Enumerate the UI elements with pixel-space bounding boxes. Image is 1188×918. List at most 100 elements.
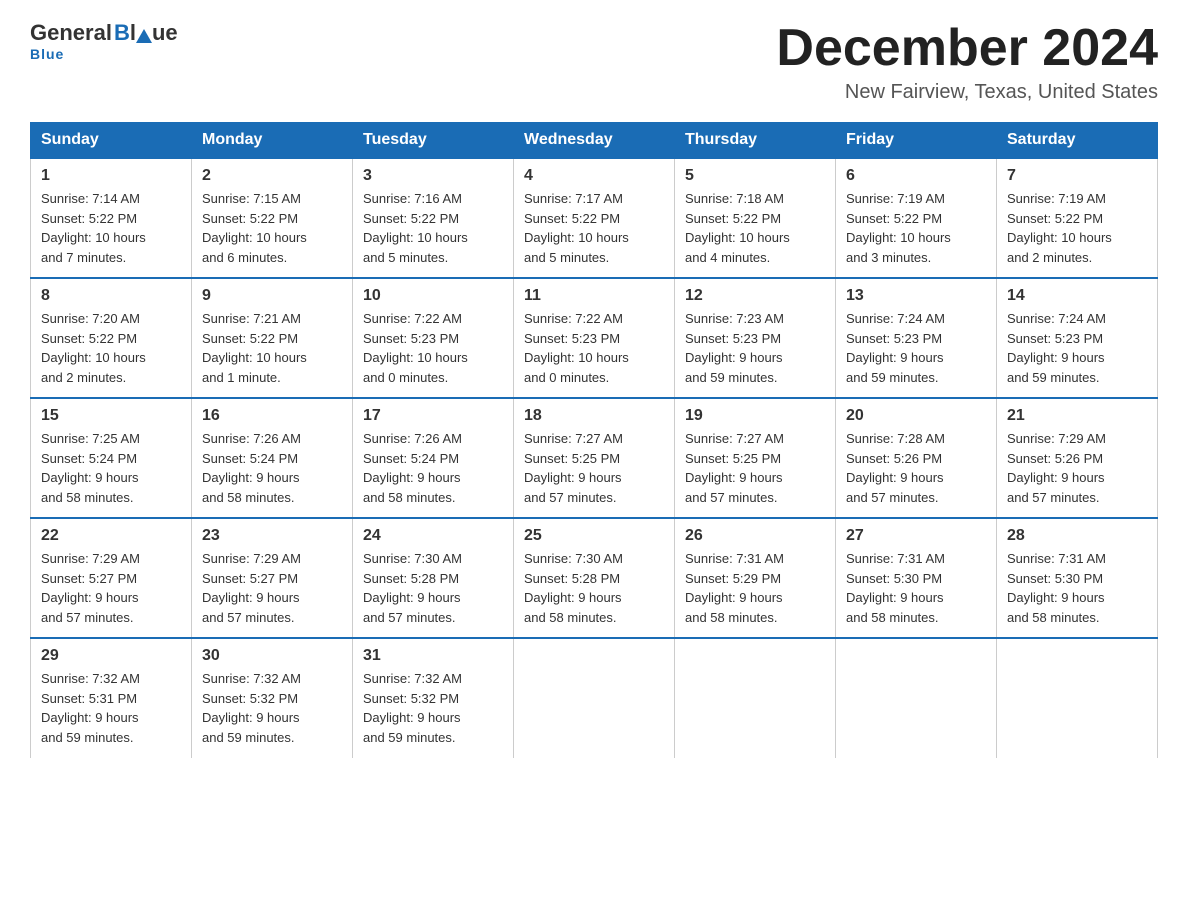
calendar-cell: 24 Sunrise: 7:30 AM Sunset: 5:28 PM Dayli… [353,518,514,638]
day-number: 30 [202,647,342,665]
day-number: 15 [41,407,181,425]
calendar-cell: 5Sunrise: 7:18 AM Sunset: 5:22 PM Daylig… [675,158,836,278]
calendar-cell: 31 Sunrise: 7:32 AM Sunset: 5:32 PM Dayli… [353,638,514,758]
day-number: 17 [363,407,503,425]
day-number: 8 [41,287,181,305]
calendar-cell: 8 Sunrise: 7:20 AM Sunset: 5:22 PM Daylig… [31,278,192,398]
cell-info: Sunrise: 7:22 AM Sunset: 5:23 PM Dayligh… [524,309,664,387]
cell-info: Sunrise: 7:20 AM Sunset: 5:22 PM Dayligh… [41,309,181,387]
calendar-cell: 3 Sunrise: 7:16 AM Sunset: 5:22 PM Daylig… [353,158,514,278]
logo-general-text: General [30,20,112,46]
calendar-cell: 23 Sunrise: 7:29 AM Sunset: 5:27 PM Dayli… [192,518,353,638]
cell-info: Sunrise: 7:18 AM Sunset: 5:22 PM Dayligh… [685,189,825,267]
day-number: 18 [524,407,664,425]
title-block: December 2024 New Fairview, Texas, Unite… [776,20,1158,104]
logo-blue-text: B [114,20,130,46]
calendar-cell: 20 Sunrise: 7:28 AM Sunset: 5:26 PM Dayli… [836,398,997,518]
page-header: General B l ue Blue December 2024 New Fa… [30,20,1158,104]
calendar-cell: 11 Sunrise: 7:22 AM Sunset: 5:23 PM Dayli… [514,278,675,398]
day-number: 14 [1007,287,1147,305]
calendar-cell: 18 Sunrise: 7:27 AM Sunset: 5:25 PM Dayli… [514,398,675,518]
day-number: 12 [685,287,825,305]
calendar-cell [675,638,836,758]
calendar-cell: 12Sunrise: 7:23 AM Sunset: 5:23 PM Dayli… [675,278,836,398]
day-number: 20 [846,407,986,425]
cell-info: Sunrise: 7:14 AM Sunset: 5:22 PM Dayligh… [41,189,181,267]
day-number: 3 [363,167,503,185]
cell-info: Sunrise: 7:25 AM Sunset: 5:24 PM Dayligh… [41,429,181,507]
day-header-wednesday: Wednesday [514,123,675,159]
location: New Fairview, Texas, United States [776,81,1158,104]
calendar-cell: 28Sunrise: 7:31 AM Sunset: 5:30 PM Dayli… [997,518,1158,638]
day-number: 4 [524,167,664,185]
day-number: 10 [363,287,503,305]
cell-info: Sunrise: 7:32 AM Sunset: 5:31 PM Dayligh… [41,669,181,747]
week-row-4: 22 Sunrise: 7:29 AM Sunset: 5:27 PM Dayli… [31,518,1158,638]
calendar-header-row: SundayMondayTuesdayWednesdayThursdayFrid… [31,123,1158,159]
cell-info: Sunrise: 7:31 AM Sunset: 5:29 PM Dayligh… [685,549,825,627]
calendar-cell: 13 Sunrise: 7:24 AM Sunset: 5:23 PM Dayli… [836,278,997,398]
calendar-cell [836,638,997,758]
calendar-cell: 27 Sunrise: 7:31 AM Sunset: 5:30 PM Dayli… [836,518,997,638]
cell-info: Sunrise: 7:30 AM Sunset: 5:28 PM Dayligh… [524,549,664,627]
calendar-cell: 9Sunrise: 7:21 AM Sunset: 5:22 PM Daylig… [192,278,353,398]
calendar-cell: 4 Sunrise: 7:17 AM Sunset: 5:22 PM Daylig… [514,158,675,278]
day-number: 27 [846,527,986,545]
cell-info: Sunrise: 7:19 AM Sunset: 5:22 PM Dayligh… [846,189,986,267]
cell-info: Sunrise: 7:24 AM Sunset: 5:23 PM Dayligh… [846,309,986,387]
cell-info: Sunrise: 7:32 AM Sunset: 5:32 PM Dayligh… [202,669,342,747]
cell-info: Sunrise: 7:26 AM Sunset: 5:24 PM Dayligh… [363,429,503,507]
week-row-3: 15 Sunrise: 7:25 AM Sunset: 5:24 PM Dayli… [31,398,1158,518]
logo: General B l ue Blue [30,20,178,62]
day-number: 29 [41,647,181,665]
calendar-table: SundayMondayTuesdayWednesdayThursdayFrid… [30,122,1158,758]
day-number: 23 [202,527,342,545]
cell-info: Sunrise: 7:28 AM Sunset: 5:26 PM Dayligh… [846,429,986,507]
day-header-tuesday: Tuesday [353,123,514,159]
day-number: 7 [1007,167,1147,185]
day-number: 31 [363,647,503,665]
day-header-saturday: Saturday [997,123,1158,159]
cell-info: Sunrise: 7:26 AM Sunset: 5:24 PM Dayligh… [202,429,342,507]
calendar-cell: 16 Sunrise: 7:26 AM Sunset: 5:24 PM Dayli… [192,398,353,518]
day-header-sunday: Sunday [31,123,192,159]
day-number: 9 [202,287,342,305]
calendar-cell: 1 Sunrise: 7:14 AM Sunset: 5:22 PM Daylig… [31,158,192,278]
day-number: 28 [1007,527,1147,545]
day-header-thursday: Thursday [675,123,836,159]
calendar-cell: 29 Sunrise: 7:32 AM Sunset: 5:31 PM Dayli… [31,638,192,758]
cell-info: Sunrise: 7:16 AM Sunset: 5:22 PM Dayligh… [363,189,503,267]
day-header-monday: Monday [192,123,353,159]
day-number: 24 [363,527,503,545]
week-row-2: 8 Sunrise: 7:20 AM Sunset: 5:22 PM Daylig… [31,278,1158,398]
calendar-cell: 21Sunrise: 7:29 AM Sunset: 5:26 PM Dayli… [997,398,1158,518]
logo-triangle-icon [136,29,152,43]
day-number: 11 [524,287,664,305]
calendar-cell [997,638,1158,758]
day-number: 16 [202,407,342,425]
calendar-cell: 19Sunrise: 7:27 AM Sunset: 5:25 PM Dayli… [675,398,836,518]
cell-info: Sunrise: 7:29 AM Sunset: 5:27 PM Dayligh… [41,549,181,627]
calendar-cell: 14Sunrise: 7:24 AM Sunset: 5:23 PM Dayli… [997,278,1158,398]
cell-info: Sunrise: 7:17 AM Sunset: 5:22 PM Dayligh… [524,189,664,267]
cell-info: Sunrise: 7:30 AM Sunset: 5:28 PM Dayligh… [363,549,503,627]
day-number: 22 [41,527,181,545]
calendar-cell: 22 Sunrise: 7:29 AM Sunset: 5:27 PM Dayli… [31,518,192,638]
cell-info: Sunrise: 7:31 AM Sunset: 5:30 PM Dayligh… [846,549,986,627]
day-number: 1 [41,167,181,185]
calendar-cell: 15 Sunrise: 7:25 AM Sunset: 5:24 PM Dayli… [31,398,192,518]
cell-info: Sunrise: 7:27 AM Sunset: 5:25 PM Dayligh… [685,429,825,507]
calendar-cell [514,638,675,758]
month-title: December 2024 [776,20,1158,77]
calendar-cell: 7 Sunrise: 7:19 AM Sunset: 5:22 PM Daylig… [997,158,1158,278]
day-number: 13 [846,287,986,305]
cell-info: Sunrise: 7:19 AM Sunset: 5:22 PM Dayligh… [1007,189,1147,267]
cell-info: Sunrise: 7:27 AM Sunset: 5:25 PM Dayligh… [524,429,664,507]
calendar-cell: 30 Sunrise: 7:32 AM Sunset: 5:32 PM Dayli… [192,638,353,758]
day-number: 6 [846,167,986,185]
day-number: 2 [202,167,342,185]
cell-info: Sunrise: 7:32 AM Sunset: 5:32 PM Dayligh… [363,669,503,747]
cell-info: Sunrise: 7:29 AM Sunset: 5:27 PM Dayligh… [202,549,342,627]
day-number: 21 [1007,407,1147,425]
day-number: 26 [685,527,825,545]
